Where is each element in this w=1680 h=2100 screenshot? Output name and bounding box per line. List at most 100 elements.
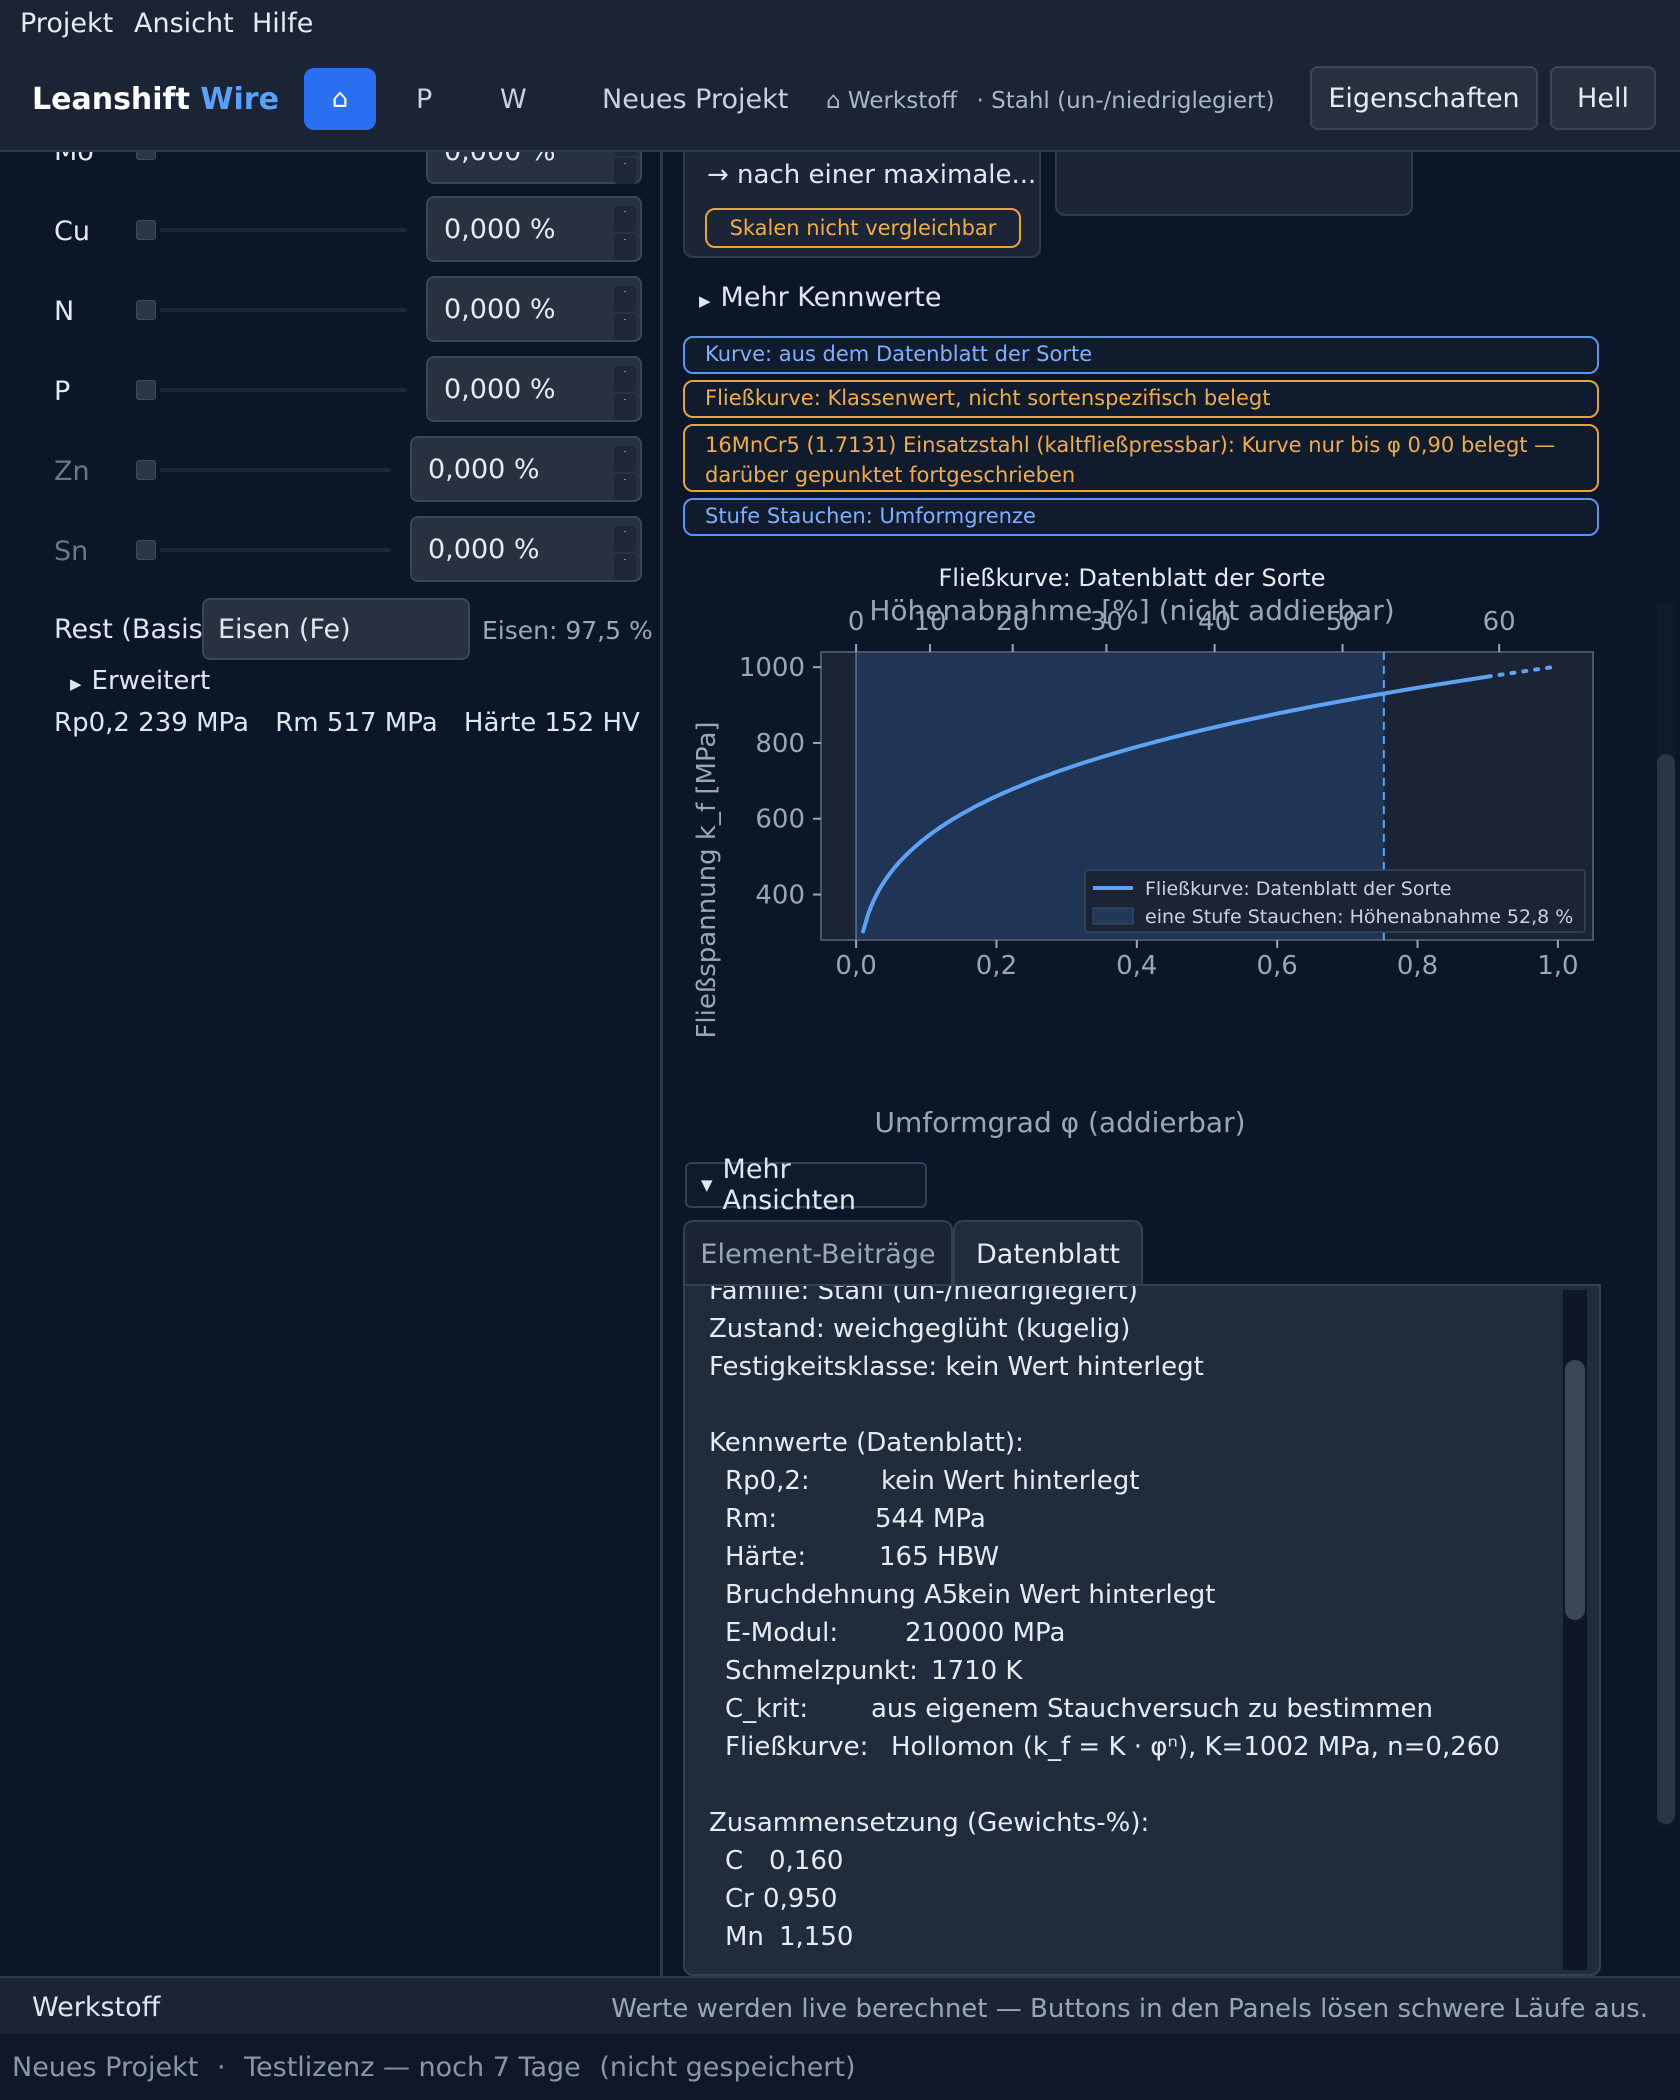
element-row-n: N 0,000 % ˙ ˙ bbox=[0, 276, 660, 348]
element-slider[interactable] bbox=[160, 308, 406, 312]
spin-down-icon[interactable]: ˙ bbox=[614, 394, 636, 420]
element-slider[interactable] bbox=[160, 468, 390, 472]
element-value-spinbox[interactable]: 0,000 % ˙ ˙ bbox=[426, 196, 642, 262]
element-value-spinbox[interactable]: 0,000 % ˙ ˙ bbox=[410, 436, 642, 502]
datasheet-text-area[interactable]: Familie: Stahl (un-/niedriglegiert) Zust… bbox=[683, 1284, 1601, 1976]
spin-up-icon[interactable]: ˙ bbox=[614, 526, 636, 552]
ds-zus-val: 0,160 bbox=[769, 1846, 844, 1876]
menu-projekt[interactable]: Projekt bbox=[20, 8, 113, 39]
element-value-spinbox[interactable]: 0,000 % ˙ ˙ bbox=[426, 276, 642, 342]
ds-kw-label: C_krit: bbox=[725, 1694, 809, 1724]
spin-down-icon[interactable]: ˙ bbox=[614, 314, 636, 340]
element-slider[interactable] bbox=[160, 388, 406, 392]
spin-up-icon[interactable]: ˙ bbox=[614, 152, 636, 156]
brand-main: Leanshift bbox=[32, 82, 190, 117]
element-slider[interactable] bbox=[160, 228, 406, 232]
ds-kw-value: kein Wert hinterlegt bbox=[881, 1466, 1140, 1496]
app-logo: Leanshift Wire bbox=[32, 82, 279, 117]
footer-project: Neues Projekt bbox=[12, 2052, 199, 2083]
y-tick-label: 400 bbox=[755, 881, 805, 911]
element-checkbox[interactable] bbox=[136, 220, 156, 240]
element-symbol: P bbox=[54, 376, 71, 407]
note-class-value: Fließkurve: Klassenwert, nicht sortenspe… bbox=[683, 380, 1599, 418]
home-icon: ⌂ bbox=[331, 84, 349, 114]
triangle-down-icon: ▼ bbox=[701, 1176, 713, 1194]
spin-up-icon[interactable]: ˙ bbox=[614, 446, 636, 472]
tab-element-beitraege[interactable]: Element-Beiträge bbox=[683, 1220, 953, 1286]
datasheet-scrollbar-thumb[interactable] bbox=[1565, 1360, 1585, 1620]
legend-label-region: eine Stufe Stauchen: Höhenabnahme 52,8 % bbox=[1145, 906, 1573, 928]
element-value: 0,000 % bbox=[444, 214, 556, 245]
nav-p-button[interactable]: P bbox=[416, 84, 432, 115]
x2-tick-label: 10 bbox=[913, 607, 946, 637]
chart-x-label: Umformgrad φ (addierbar) bbox=[874, 1106, 1245, 1139]
ds-familie: Familie: Stahl (un-/niedriglegiert) bbox=[709, 1284, 1138, 1306]
panel-scrollbar[interactable] bbox=[1657, 602, 1675, 1826]
datasheet-scrollbar[interactable] bbox=[1563, 1290, 1587, 1970]
spin-down-icon[interactable]: ˙ bbox=[614, 234, 636, 260]
rest-base-value: Eisen (Fe) bbox=[218, 614, 351, 645]
theme-toggle-button[interactable]: Hell bbox=[1550, 66, 1656, 130]
element-checkbox[interactable] bbox=[136, 460, 156, 480]
ds-festigkeit: Festigkeitsklasse: kein Wert hinterlegt bbox=[709, 1352, 1204, 1382]
footer-sep: · bbox=[216, 2052, 226, 2083]
erweitert-toggle[interactable]: ▶ Erweitert bbox=[70, 666, 210, 696]
properties-summary: Rp0,2 239 MPa Rm 517 MPa Härte 152 HV bbox=[54, 708, 640, 738]
home-button[interactable]: ⌂ bbox=[304, 68, 376, 130]
breadcrumb-home-icon[interactable]: ⌂ bbox=[826, 88, 841, 114]
spin-down-icon[interactable]: ˙ bbox=[614, 554, 636, 580]
ds-kw-label: Rm: bbox=[725, 1504, 778, 1534]
toolbar: Leanshift Wire ⌂ P W Neues Projekt ⌂ Wer… bbox=[0, 48, 1680, 152]
rest-base-field[interactable]: Eisen (Fe) bbox=[202, 598, 470, 660]
breadcrumb-material[interactable]: Stahl (un-/niedriglegiert) bbox=[991, 88, 1274, 114]
scale-warning-badge: Skalen nicht vergleichbar bbox=[705, 208, 1021, 248]
ds-kw-label: Fließkurve: bbox=[725, 1732, 869, 1762]
note-curve-range: 16MnCr5 (1.7131) Einsatzstahl (kaltfließ… bbox=[683, 424, 1599, 492]
x2-tick-label: 20 bbox=[996, 607, 1029, 637]
tab-datenblatt[interactable]: Datenblatt bbox=[953, 1220, 1143, 1286]
nav-w-button[interactable]: W bbox=[500, 84, 527, 115]
mehr-ansichten-toggle[interactable]: ▼ Mehr Ansichten bbox=[685, 1154, 927, 1216]
ds-zus-val: 1,150 bbox=[779, 1922, 854, 1952]
mehr-kennwerte-toggle[interactable]: ▶ Mehr Kennwerte bbox=[699, 282, 941, 313]
x2-tick-label: 50 bbox=[1326, 607, 1359, 637]
ds-kw-value: Hollomon (k_f = K · φⁿ), K=1002 MPa, n=0… bbox=[891, 1732, 1500, 1762]
element-row-mo: Mo 0,000 % ˙ ˙ bbox=[0, 152, 660, 188]
top-card-right bbox=[1055, 152, 1413, 216]
element-checkbox[interactable] bbox=[136, 300, 156, 320]
y-tick-label: 600 bbox=[755, 805, 805, 835]
project-name-button[interactable]: Neues Projekt bbox=[602, 84, 788, 115]
ds-kw-label: Härte: bbox=[725, 1542, 807, 1572]
x2-tick-label: 30 bbox=[1090, 607, 1123, 637]
x-tick-label: 0,0 bbox=[835, 951, 876, 981]
panel-scrollbar-thumb[interactable] bbox=[1657, 754, 1675, 1824]
ds-kw-value: 544 MPa bbox=[875, 1504, 986, 1534]
element-value-spinbox[interactable]: 0,000 % ˙ ˙ bbox=[426, 356, 642, 422]
element-checkbox[interactable] bbox=[136, 540, 156, 560]
menu-hilfe[interactable]: Hilfe bbox=[252, 8, 313, 39]
element-value: 0,000 % bbox=[444, 374, 556, 405]
element-slider[interactable] bbox=[160, 548, 390, 552]
breadcrumb-werkstoff[interactable]: Werkstoff bbox=[848, 88, 957, 114]
x-tick-label: 0,8 bbox=[1397, 951, 1438, 981]
element-value-spinbox[interactable]: 0,000 % ˙ ˙ bbox=[426, 152, 642, 184]
ds-zus-val: 0,950 bbox=[763, 1884, 838, 1914]
spin-down-icon[interactable]: ˙ bbox=[614, 474, 636, 500]
chart-x2-label: Höhenabnahme [%] (nicht addierbar) bbox=[869, 594, 1394, 627]
x2-tick-label: 60 bbox=[1483, 607, 1516, 637]
element-value: 0,000 % bbox=[428, 534, 540, 565]
spin-down-icon[interactable]: ˙ bbox=[614, 158, 636, 184]
element-checkbox[interactable] bbox=[136, 380, 156, 400]
element-checkbox[interactable] bbox=[136, 152, 156, 160]
element-row-sn: Sn 0,000 % ˙ ˙ bbox=[0, 516, 660, 588]
element-value: 0,000 % bbox=[428, 454, 540, 485]
spin-up-icon[interactable]: ˙ bbox=[614, 206, 636, 232]
ds-zus-el: Mn bbox=[725, 1922, 764, 1952]
menu-ansicht[interactable]: Ansicht bbox=[134, 8, 234, 39]
spin-up-icon[interactable]: ˙ bbox=[614, 366, 636, 392]
element-value-spinbox[interactable]: 0,000 % ˙ ˙ bbox=[410, 516, 642, 582]
properties-button[interactable]: Eigenschaften bbox=[1310, 66, 1538, 130]
spin-up-icon[interactable]: ˙ bbox=[614, 286, 636, 312]
triangle-right-icon: ▶ bbox=[70, 675, 82, 693]
legend-region-swatch bbox=[1092, 907, 1134, 925]
